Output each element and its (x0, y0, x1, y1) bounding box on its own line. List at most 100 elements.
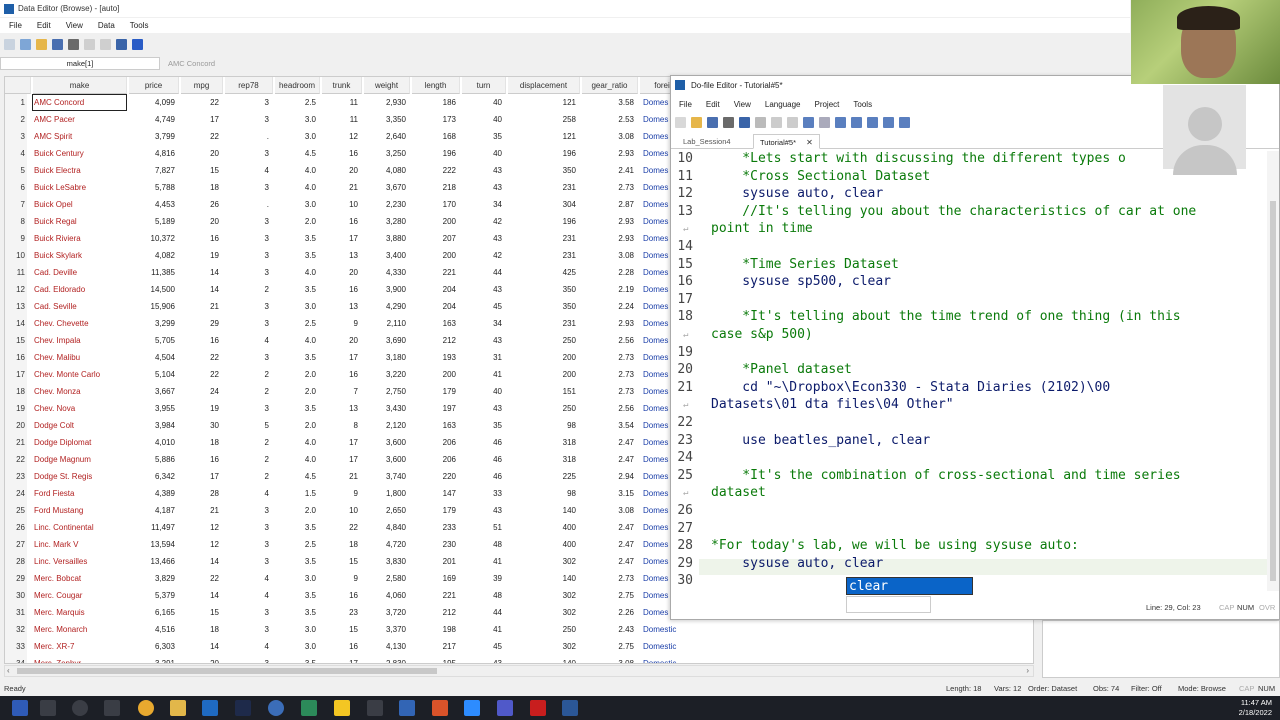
code-line[interactable]: *It's telling about the time trend of on… (711, 309, 1180, 324)
cell-rep78[interactable]: 3 (225, 264, 273, 281)
cell-mpg[interactable]: 22 (181, 366, 223, 383)
cell-mpg[interactable]: 29 (181, 315, 223, 332)
column-header-make[interactable]: make (33, 77, 127, 94)
cell-trunk[interactable]: 21 (322, 468, 362, 485)
cell-displacement[interactable]: 98 (508, 417, 580, 434)
apps-icon[interactable] (367, 700, 383, 716)
cell-weight[interactable]: 4,720 (364, 536, 410, 553)
cell-mpg[interactable]: 20 (181, 145, 223, 162)
cell-weight[interactable]: 3,370 (364, 621, 410, 638)
cell-length[interactable]: 233 (412, 519, 460, 536)
cell-mpg[interactable]: 28 (181, 485, 223, 502)
chrome-icon[interactable] (138, 700, 154, 716)
cell-displacement[interactable]: 196 (508, 145, 580, 162)
cell-turn[interactable]: 43 (462, 281, 506, 298)
vertical-scrollbar[interactable] (1267, 151, 1279, 591)
cell-displacement[interactable]: 231 (508, 230, 580, 247)
browse-mode-icon[interactable] (20, 38, 31, 50)
cell-make[interactable]: Merc. Cougar (33, 587, 127, 604)
cell-make[interactable]: Chev. Monte Carlo (33, 366, 127, 383)
table-row[interactable]: 33 Merc. XR-7 6,303 14 4 3.0 16 4,130 217 45 302 2.… (5, 638, 1033, 655)
cell-trunk[interactable]: 10 (322, 196, 362, 213)
code-line[interactable]: sysuse auto, clear (711, 556, 883, 571)
cell-weight[interactable]: 1,800 (364, 485, 410, 502)
cell-price[interactable]: 5,705 (129, 332, 179, 349)
cell-length[interactable]: 196 (412, 145, 460, 162)
cell-price[interactable]: 14,500 (129, 281, 179, 298)
cell-gear_ratio[interactable]: 2.47 (582, 553, 638, 570)
cell-weight[interactable]: 3,350 (364, 111, 410, 128)
cell-length[interactable]: 170 (412, 196, 460, 213)
cell-turn[interactable]: 42 (462, 247, 506, 264)
cell-headroom[interactable]: 3.0 (275, 570, 320, 587)
cell-turn[interactable]: 39 (462, 570, 506, 587)
menu-data[interactable]: Data (89, 21, 121, 30)
cell-mpg[interactable]: 21 (181, 298, 223, 315)
row-number[interactable]: 11 (5, 264, 27, 281)
do-menu-tools[interactable]: Tools (845, 100, 878, 109)
cell-rep78[interactable]: 2 (225, 366, 273, 383)
row-number[interactable]: 16 (5, 349, 27, 366)
cell-weight[interactable]: 2,650 (364, 502, 410, 519)
word-icon[interactable] (562, 700, 578, 716)
cell-mpg[interactable]: 14 (181, 264, 223, 281)
cell-length[interactable]: 173 (412, 111, 460, 128)
scroll-right-icon[interactable]: › (1026, 666, 1029, 675)
cell-make[interactable]: Merc. XR-7 (33, 638, 127, 655)
cell-make[interactable]: Ford Mustang (33, 502, 127, 519)
cell-make[interactable]: Linc. Versailles (33, 553, 127, 570)
edit-mode-icon[interactable] (4, 38, 15, 50)
cell-displacement[interactable]: 350 (508, 162, 580, 179)
bookmark-next-icon[interactable] (883, 116, 894, 128)
cell-turn[interactable]: 45 (462, 298, 506, 315)
cell-gear_ratio[interactable]: 2.47 (582, 536, 638, 553)
cell-price[interactable]: 4,453 (129, 196, 179, 213)
cell-price[interactable]: 7,827 (129, 162, 179, 179)
cell-price[interactable]: 11,497 (129, 519, 179, 536)
cell-headroom[interactable]: 3.5 (275, 604, 320, 621)
cell-turn[interactable]: 42 (462, 213, 506, 230)
cell-make[interactable]: Chev. Monza (33, 383, 127, 400)
cell-make[interactable]: Linc. Continental (33, 519, 127, 536)
cell-weight[interactable]: 3,220 (364, 366, 410, 383)
cell-gear_ratio[interactable]: 2.73 (582, 366, 638, 383)
row-number[interactable]: 27 (5, 536, 27, 553)
cell-turn[interactable]: 40 (462, 383, 506, 400)
cell-trunk[interactable]: 11 (322, 111, 362, 128)
cell-make[interactable]: Cad. Eldorado (33, 281, 127, 298)
variable-name-box[interactable]: make[1] (0, 56, 160, 70)
r-icon[interactable] (268, 700, 284, 716)
search-icon[interactable] (40, 700, 56, 716)
cell-length[interactable]: 220 (412, 468, 460, 485)
cell-mpg[interactable]: 15 (181, 604, 223, 621)
cell-price[interactable]: 3,799 (129, 128, 179, 145)
row-number[interactable]: 5 (5, 162, 27, 179)
cell-turn[interactable]: 41 (462, 553, 506, 570)
cell-headroom[interactable]: 2.0 (275, 213, 320, 230)
cell-price[interactable]: 13,466 (129, 553, 179, 570)
cell-price[interactable]: 15,906 (129, 298, 179, 315)
cell-price[interactable]: 4,010 (129, 434, 179, 451)
stata-icon[interactable] (399, 700, 415, 716)
cell-gear_ratio[interactable]: 2.47 (582, 434, 638, 451)
cell-headroom[interactable]: 3.5 (275, 281, 320, 298)
code-line[interactable]: //It's telling you about the characteris… (711, 204, 1196, 219)
cell-rep78[interactable]: 4 (225, 162, 273, 179)
cell-rep78[interactable]: 4 (225, 638, 273, 655)
cell-headroom[interactable]: 3.5 (275, 230, 320, 247)
row-number[interactable]: 17 (5, 366, 27, 383)
cell-trunk[interactable]: 15 (322, 621, 362, 638)
column-header-displacement[interactable]: displacement (508, 77, 580, 94)
cell-gear_ratio[interactable]: 3.08 (582, 128, 638, 145)
cell-price[interactable]: 5,788 (129, 179, 179, 196)
open-icon[interactable] (36, 38, 47, 50)
cell-make[interactable]: Buick Electra (33, 162, 127, 179)
cell-rep78[interactable]: 3 (225, 519, 273, 536)
cell-weight[interactable]: 3,670 (364, 179, 410, 196)
cell-price[interactable]: 3,299 (129, 315, 179, 332)
cell-turn[interactable]: 48 (462, 536, 506, 553)
cell-gear_ratio[interactable]: 2.26 (582, 604, 638, 621)
rstudio-icon[interactable] (301, 700, 317, 716)
cell-rep78[interactable]: 3 (225, 349, 273, 366)
cell-price[interactable]: 5,379 (129, 587, 179, 604)
